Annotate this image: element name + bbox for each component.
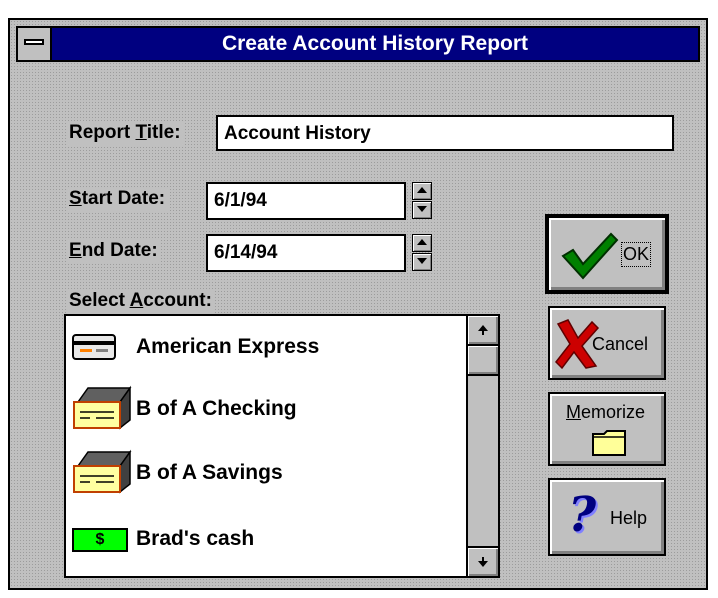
bank-checkbook-icon (73, 385, 132, 430)
select-account-label: Select Account: (66, 289, 215, 313)
dialog-frame: Create Account History Report Report Tit… (10, 20, 706, 588)
list-item[interactable]: American Express (66, 318, 498, 376)
start-date-down-button[interactable] (412, 201, 432, 219)
report-title-label: Report Title: (66, 121, 184, 145)
label-text: Select (69, 290, 130, 311)
credit-card-icon (72, 334, 116, 360)
system-menu-button[interactable] (18, 28, 52, 60)
list-item[interactable]: B of A Savings (66, 444, 498, 502)
end-date-spinner (412, 234, 432, 272)
help-button[interactable]: ? Help (548, 478, 666, 556)
account-listbox[interactable]: American Express B of A Checking B of A … (64, 314, 500, 578)
triangle-down-icon (417, 206, 427, 212)
label-accelerator: M (566, 402, 581, 422)
end-date-up-button[interactable] (412, 234, 432, 252)
dialog-window: Create Account History Report Report Tit… (8, 18, 708, 590)
account-name: B of A Savings (136, 461, 283, 484)
label-text: ccount: (143, 290, 212, 311)
start-date-label: Start Date: (66, 187, 169, 211)
bank-checkbook-icon (73, 449, 132, 494)
end-date-down-button[interactable] (412, 253, 432, 271)
help-label: Help (610, 508, 648, 528)
label-text: nd Date: (81, 240, 158, 261)
scroll-down-button[interactable] (468, 546, 498, 576)
label-text: itle: (146, 122, 181, 143)
start-date-spinner (412, 182, 432, 220)
label-text: emorize (581, 402, 646, 422)
question-mark-icon: ? (568, 487, 597, 543)
label-accelerator: A (129, 290, 144, 311)
start-date-up-button[interactable] (412, 182, 432, 200)
list-item[interactable]: B of A Checking (66, 380, 498, 438)
triangle-down-icon (417, 258, 427, 264)
label-text: Report (69, 122, 136, 143)
checkmark-icon (561, 232, 619, 280)
memorize-label: Memorize (566, 402, 645, 423)
label-accelerator: S (69, 188, 82, 209)
triangle-up-icon (417, 187, 427, 193)
label-text: tart Date: (81, 188, 166, 209)
system-menu-icon (24, 39, 44, 45)
account-name: Brad's cash (136, 527, 255, 550)
label-accelerator: E (69, 240, 82, 261)
folder-icon (592, 430, 626, 456)
end-date-input[interactable]: 6/14/94 (206, 234, 406, 272)
title-bar[interactable]: Create Account History Report (16, 26, 700, 62)
dialog-client: Report Title: Account History Start Date… (18, 64, 698, 580)
end-date-label: End Date: (66, 239, 161, 263)
ok-button[interactable]: OK (545, 214, 669, 294)
scroll-thumb[interactable] (468, 346, 498, 376)
ok-label: OK (620, 242, 652, 267)
triangle-up-icon (417, 239, 427, 245)
account-name: American Express (136, 335, 320, 358)
cancel-button[interactable]: Cancel (548, 306, 666, 380)
memorize-button[interactable]: Memorize (548, 392, 666, 466)
cash-icon: $ (72, 528, 128, 552)
arrow-down-icon (478, 557, 488, 567)
account-list-scrollbar[interactable] (466, 316, 498, 576)
scroll-up-button[interactable] (468, 316, 498, 346)
label-accelerator: T (135, 122, 147, 143)
list-item[interactable]: $ Brad's cash (66, 510, 498, 568)
arrow-up-icon (478, 325, 488, 335)
window-title: Create Account History Report (221, 32, 529, 55)
start-date-input[interactable]: 6/1/94 (206, 182, 406, 220)
cancel-label: Cancel (592, 334, 649, 354)
account-name: B of A Checking (136, 397, 297, 420)
report-title-input[interactable]: Account History (216, 115, 674, 151)
